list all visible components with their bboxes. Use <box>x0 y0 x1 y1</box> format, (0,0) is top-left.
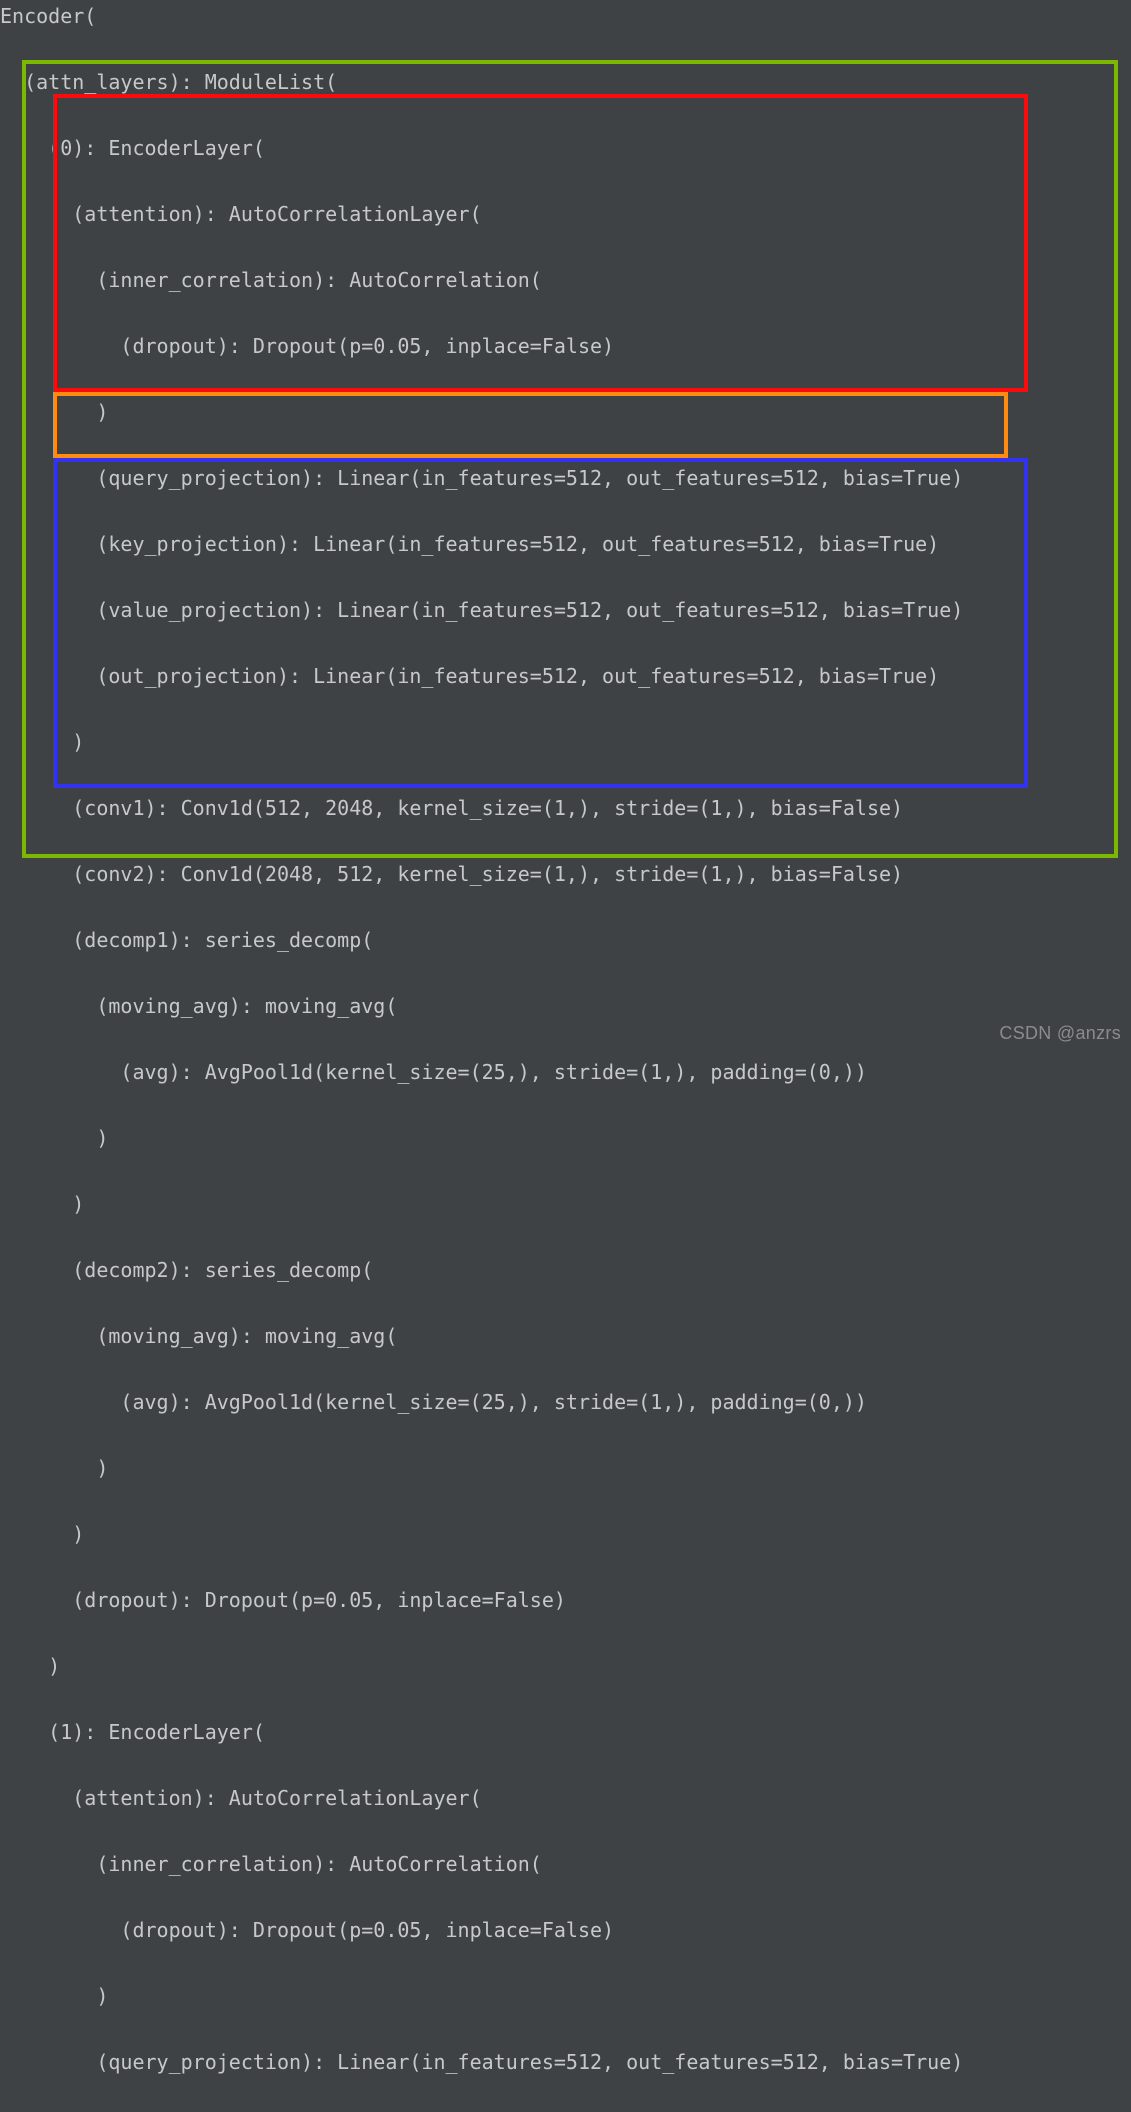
watermark: CSDN @anzrs <box>999 1017 1121 1050</box>
code-line: ) <box>0 1980 1131 2013</box>
code-line: (1): EncoderLayer( <box>0 1716 1131 1749</box>
code-line: (dropout): Dropout(p=0.05, inplace=False… <box>0 1584 1131 1617</box>
code-line: (query_projection): Linear(in_features=5… <box>0 462 1131 495</box>
code-line: (avg): AvgPool1d(kernel_size=(25,), stri… <box>0 1386 1131 1419</box>
code-line: ) <box>0 1650 1131 1683</box>
code-line: (inner_correlation): AutoCorrelation( <box>0 1848 1131 1881</box>
code-line: (attn_layers): ModuleList( <box>0 66 1131 99</box>
code-line: Encoder( <box>0 0 1131 33</box>
code-line: (query_projection): Linear(in_features=5… <box>0 2046 1131 2079</box>
code-line: (attention): AutoCorrelationLayer( <box>0 198 1131 231</box>
code-line: (avg): AvgPool1d(kernel_size=(25,), stri… <box>0 1056 1131 1089</box>
code-line: (out_projection): Linear(in_features=512… <box>0 660 1131 693</box>
code-line: (0): EncoderLayer( <box>0 132 1131 165</box>
code-line: (key_projection): Linear(in_features=512… <box>0 528 1131 561</box>
code-line: (decomp1): series_decomp( <box>0 924 1131 957</box>
code-line: (attention): AutoCorrelationLayer( <box>0 1782 1131 1815</box>
code-line: ) <box>0 1452 1131 1485</box>
code-line: (conv1): Conv1d(512, 2048, kernel_size=(… <box>0 792 1131 825</box>
code-line: ) <box>0 1188 1131 1221</box>
code-line: (value_projection): Linear(in_features=5… <box>0 594 1131 627</box>
code-line: ) <box>0 726 1131 759</box>
code-line: (decomp2): series_decomp( <box>0 1254 1131 1287</box>
code-line: ) <box>0 396 1131 429</box>
code-line: (conv2): Conv1d(2048, 512, kernel_size=(… <box>0 858 1131 891</box>
code-line: (dropout): Dropout(p=0.05, inplace=False… <box>0 1914 1131 1947</box>
code-line: (moving_avg): moving_avg( <box>0 990 1131 1023</box>
code-line: (moving_avg): moving_avg( <box>0 1320 1131 1353</box>
code-block: Encoder( (attn_layers): ModuleList( (0):… <box>0 0 1131 2112</box>
code-line: ) <box>0 1518 1131 1551</box>
code-line: (dropout): Dropout(p=0.05, inplace=False… <box>0 330 1131 363</box>
code-line: ) <box>0 1122 1131 1155</box>
code-line: (inner_correlation): AutoCorrelation( <box>0 264 1131 297</box>
